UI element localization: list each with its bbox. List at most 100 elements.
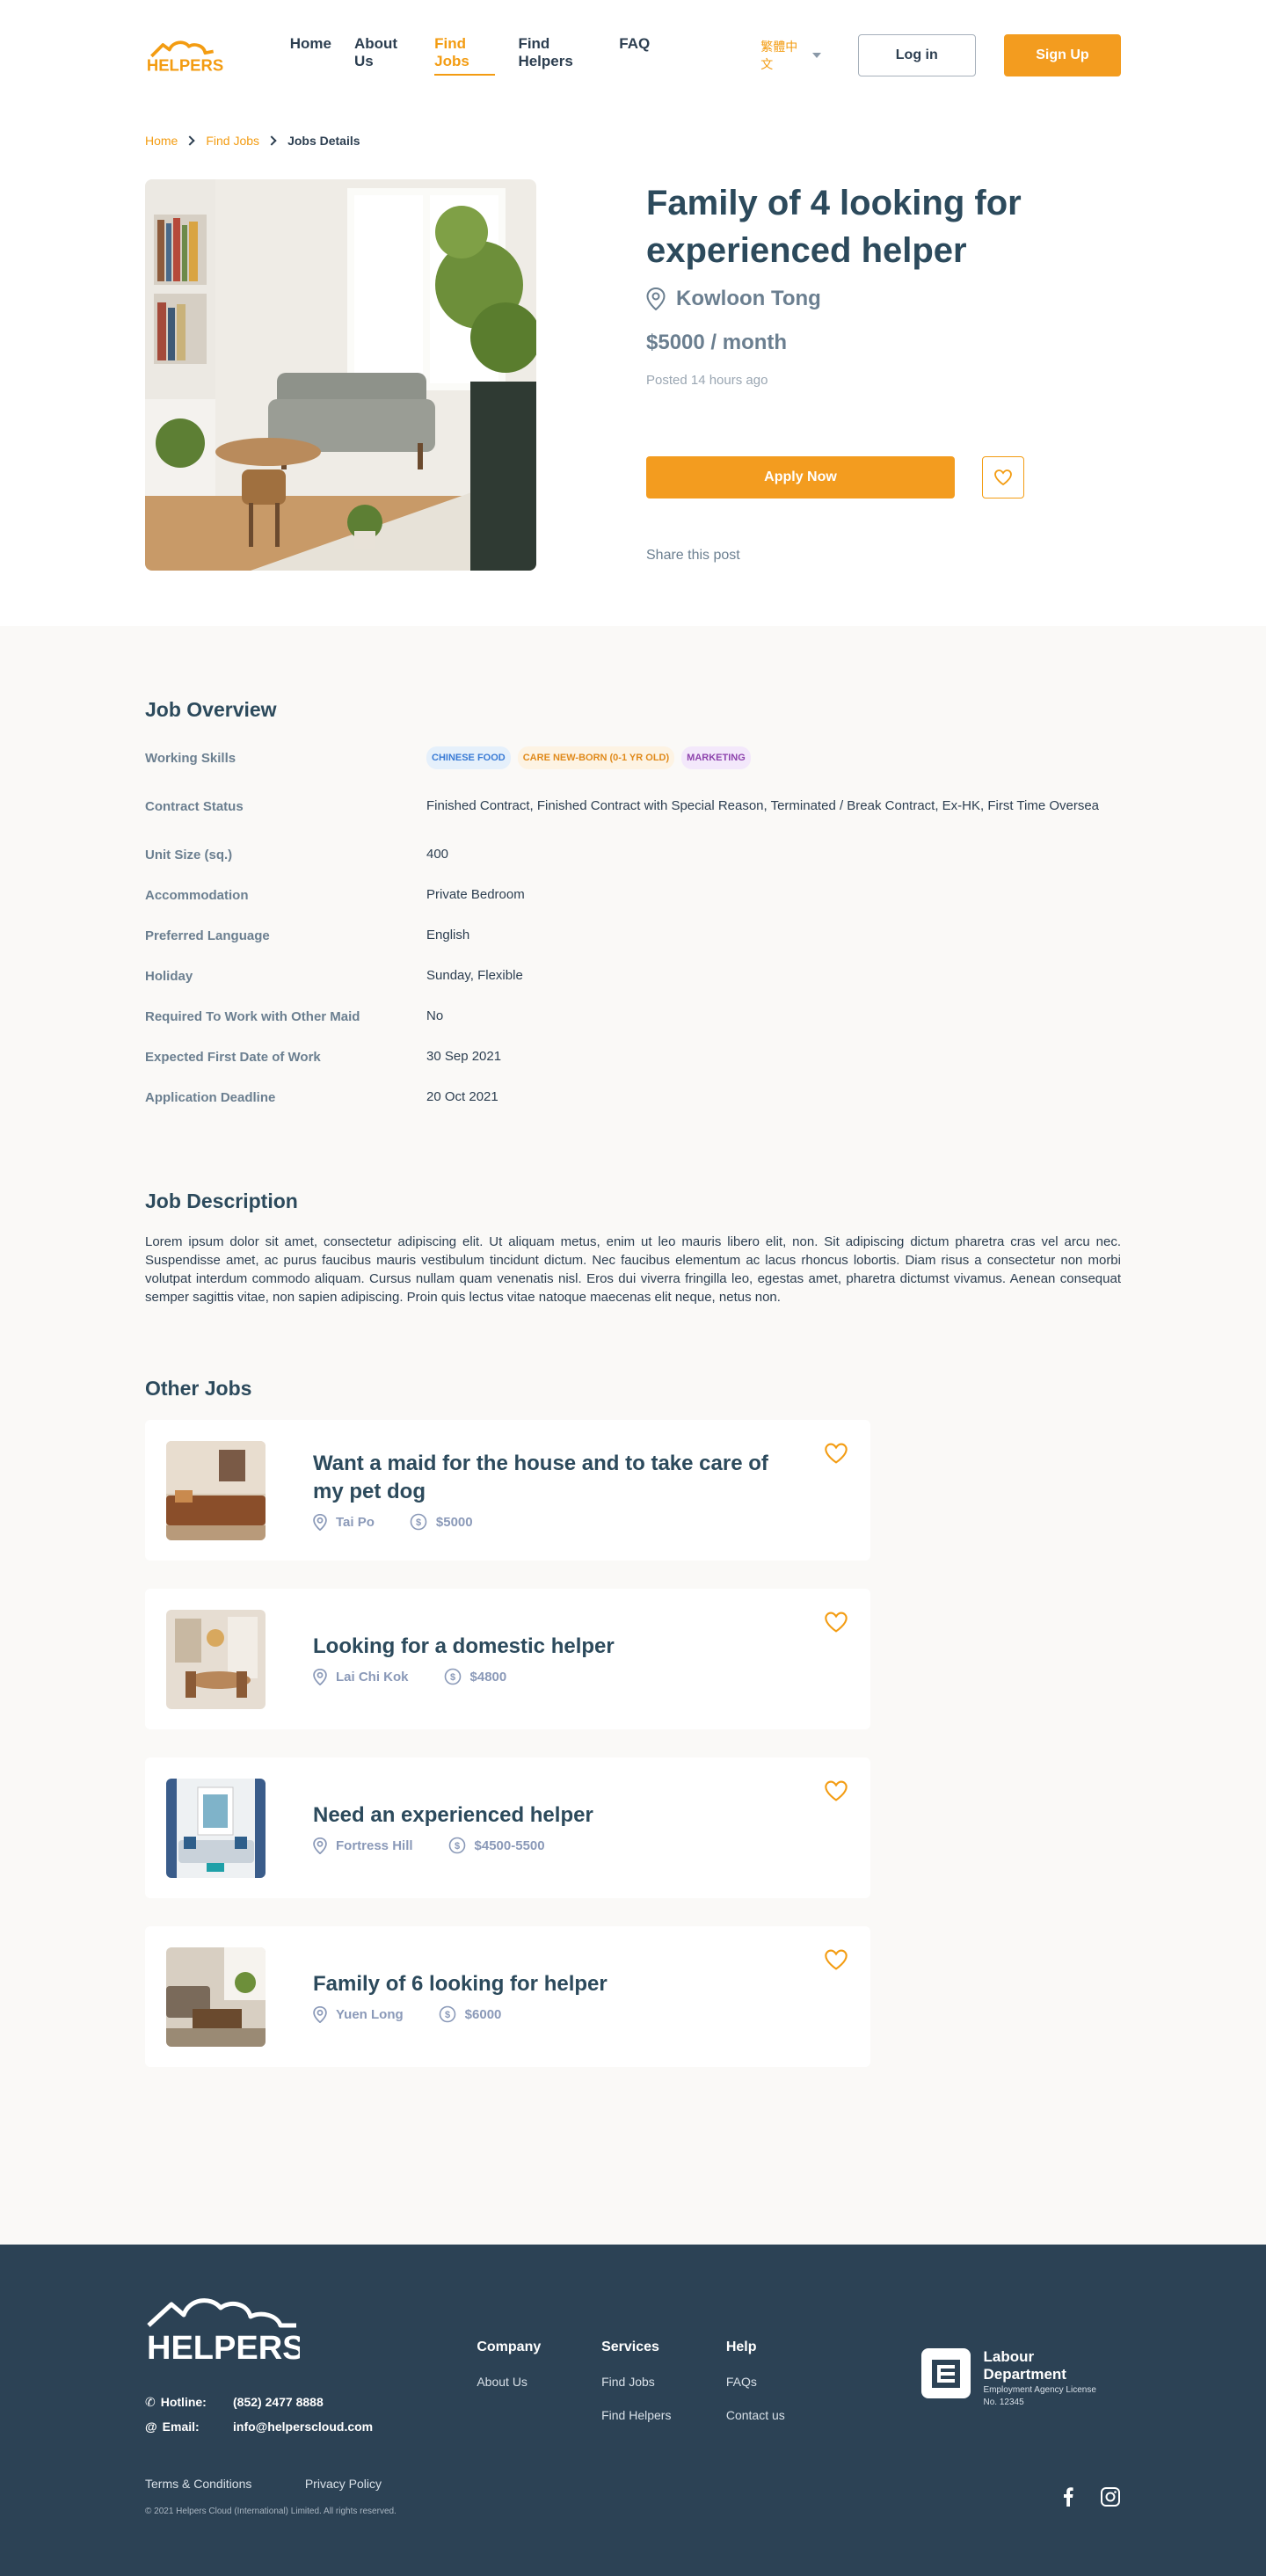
heart-icon [994,469,1012,485]
footer-col-help: Help FAQs Contact us [726,2290,851,2477]
nav-home[interactable]: Home [290,35,331,76]
helpers-logo[interactable]: HELPERS [145,35,223,76]
hotline-number[interactable]: (852) 2477 8888 [233,2395,324,2409]
skill-tags: CHINESE FOOD CARE NEW-BORN (0-1 YR OLD) … [426,746,1121,769]
skill-tag: CARE NEW-BORN (0-1 YR OLD) [517,746,675,769]
job-card[interactable]: Want a maid for the house and to take ca… [145,1420,870,1561]
terms-link[interactable]: Terms & Conditions [145,2477,251,2491]
overview-label: Working Skills [145,750,236,766]
job-hero-section: Home Find Jobs Jobs Details Family of 4 … [0,111,1266,626]
overview-label: Required To Work with Other Maid [145,1008,360,1024]
email-address[interactable]: info@helperscloud.com [233,2420,373,2434]
favorite-button[interactable] [982,456,1024,498]
overview-value: 30 Sep 2021 [426,1049,502,1064]
job-thumbnail [166,1947,266,2047]
location-pin-icon [313,1513,327,1531]
nav-find-jobs[interactable]: Find Jobs [434,35,496,76]
phone-icon: ✆ [145,2394,156,2409]
heart-icon [825,1780,848,1801]
job-card-salary-text: $6000 [464,2006,502,2022]
overview-title: Job Overview [145,698,277,721]
job-card[interactable]: Looking for a domestic helper Lai Chi Ko… [145,1589,870,1729]
job-card[interactable]: Need an experienced helper Fortress Hill… [145,1757,870,1898]
privacy-link[interactable]: Privacy Policy [305,2477,382,2491]
social-links [1063,2486,1121,2507]
job-card-location: Yuen Long [313,2005,404,2023]
job-salary: $5000 / month [646,331,788,354]
location-pin-icon [313,1668,327,1685]
job-card-location: Fortress Hill [313,1837,413,1854]
labour-department-icon [920,2348,971,2398]
job-card-title[interactable]: Family of 6 looking for helper [313,1970,770,1998]
other-jobs-list: Want a maid for the house and to take ca… [145,1420,870,2067]
job-card[interactable]: Family of 6 looking for helper Yuen Long… [145,1926,870,2067]
heart-icon [825,1612,848,1633]
apply-now-button[interactable]: Apply Now [646,456,955,498]
favorite-button[interactable] [825,1949,848,1975]
overview-value: Private Bedroom [426,887,525,902]
job-card-title[interactable]: Looking for a domestic helper [313,1633,770,1661]
helpers-logo[interactable]: HELPERS [145,2290,304,2367]
footer-col-title: Services [601,2340,659,2354]
favorite-button[interactable] [825,1612,848,1637]
share-post-link[interactable]: Share this post [646,548,1059,564]
job-card-location: Lai Chi Kok [313,1668,409,1685]
email-label: Email: [162,2420,200,2434]
overview-value: 400 [426,847,449,862]
job-card-location: Tai Po [313,1513,375,1531]
job-card-salary-text: $5000 [435,1514,473,1530]
footer-link-faqs[interactable]: FAQs [726,2375,851,2389]
svg-text:HELPERS: HELPERS [147,2330,300,2362]
job-card-salary-text: $4800 [469,1669,507,1685]
favorite-button[interactable] [825,1780,848,1806]
dollar-circle-icon: $ [444,1668,461,1685]
overview-row: Contract Status Finished Contract, Finis… [145,778,1121,834]
footer-link-find-helpers[interactable]: Find Helpers [601,2408,726,2422]
login-button[interactable]: Log in [857,34,976,76]
footer-link-find-jobs[interactable]: Find Jobs [601,2375,726,2389]
job-card-salary: $ $5000 [410,1513,473,1531]
svg-text:$: $ [454,1841,459,1852]
overview-value: 20 Oct 2021 [426,1089,498,1104]
job-card-title[interactable]: Want a maid for the house and to take ca… [313,1450,770,1506]
site-header: HELPERS Home About Us Find Jobs Find Hel… [0,0,1266,111]
job-location: Kowloon Tong [646,287,1059,311]
svg-text:$: $ [449,1672,455,1683]
nav-faq[interactable]: FAQ [619,35,650,76]
job-main-image [145,179,536,571]
job-title: Family of 4 looking for experienced help… [646,184,1022,270]
nav-find-helpers[interactable]: Find Helpers [518,35,596,76]
signup-button[interactable]: Sign Up [1003,34,1122,76]
site-footer: HELPERS ✆ Hotline: (852) 2477 8888 @ Email… [0,2245,1266,2576]
footer-link-about-us[interactable]: About Us [477,2375,601,2389]
job-card-salary: $ $4500-5500 [448,1837,545,1854]
nav-about-us[interactable]: About Us [354,35,411,76]
description-title: Job Description [145,1190,298,1212]
overview-label: Unit Size (sq.) [145,847,233,862]
overview-label: Contract Status [145,798,244,814]
hotline-label: Hotline: [160,2395,207,2409]
job-thumbnail [166,1441,266,1540]
overview-value: Finished Contract, Finished Contract wit… [426,798,1100,813]
footer-link-contact-us[interactable]: Contact us [726,2408,851,2422]
job-card-salary-text: $4500-5500 [474,1837,545,1853]
posted-time: Posted 14 hours ago [646,373,768,388]
facebook-icon[interactable] [1063,2486,1073,2507]
overview-label: Expected First Date of Work [145,1049,321,1065]
chevron-right-icon [266,135,277,146]
breadcrumb-home[interactable]: Home [145,134,178,148]
footer-col-title: Company [477,2340,542,2354]
heart-icon [825,1949,848,1970]
favorite-button[interactable] [825,1443,848,1468]
language-selector[interactable]: 繁體中文 [760,38,821,73]
location-text: Kowloon Tong [676,287,821,310]
labour-department-badge: Labour Department Employment Agency Lice… [920,2290,1121,2477]
svg-text:$: $ [445,2010,450,2020]
location-pin-icon [313,1837,327,1854]
instagram-icon[interactable] [1100,2486,1121,2507]
job-card-title[interactable]: Need an experienced helper [313,1801,770,1830]
breadcrumb-find-jobs[interactable]: Find Jobs [206,134,259,148]
copyright-text: © 2021 Helpers Cloud (International) Lim… [145,2507,397,2516]
chevron-down-icon [811,53,821,58]
job-details-section: Job Overview Working Skills CHINESE FOOD… [0,626,1266,2245]
